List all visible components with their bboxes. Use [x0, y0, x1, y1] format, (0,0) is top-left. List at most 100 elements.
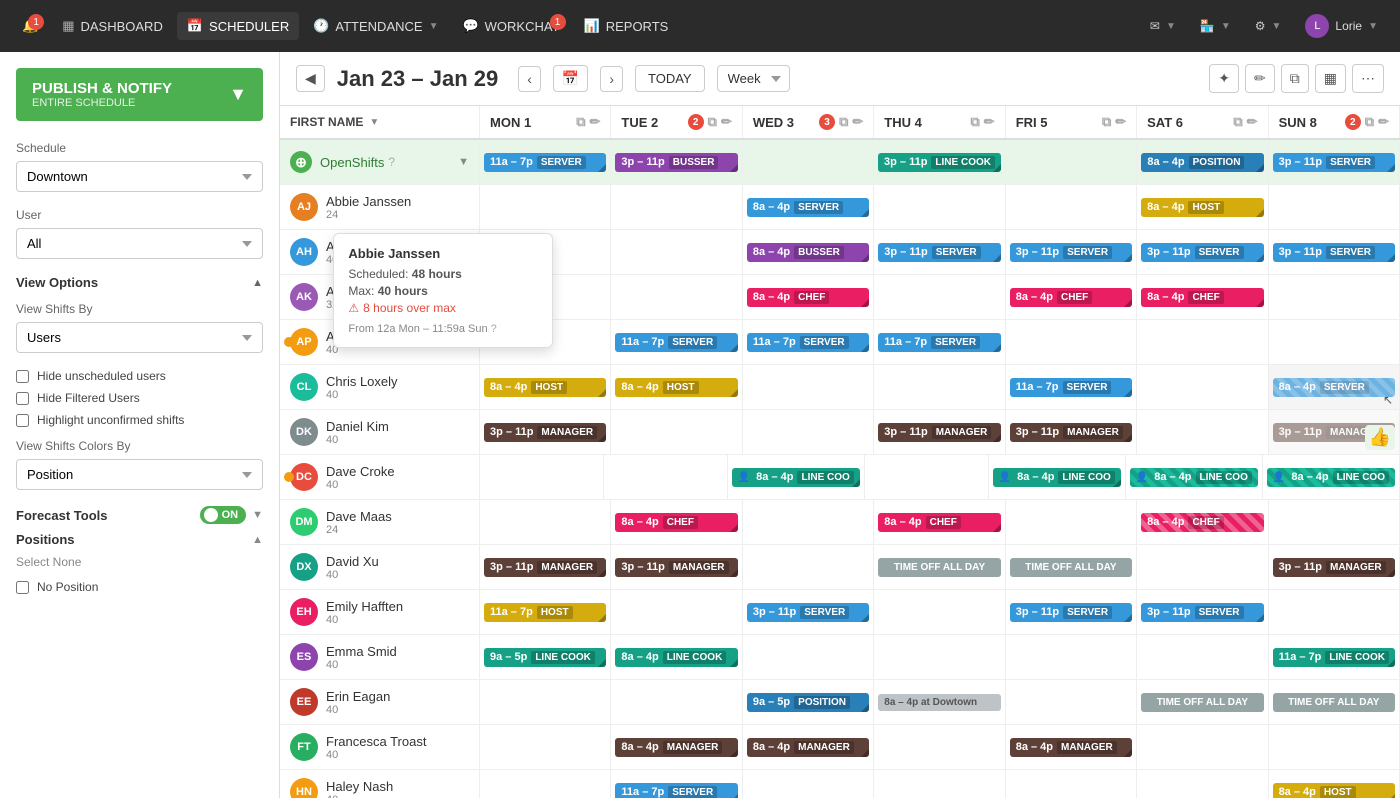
copy-icon[interactable]: ⧉	[1102, 114, 1111, 130]
daniel-sat[interactable]	[1137, 410, 1268, 454]
francesca-fri[interactable]: 8a – 4p MANAGER	[1006, 725, 1137, 769]
al-wed[interactable]: 8a – 4p BUSSER	[743, 230, 874, 274]
francesca-tue[interactable]: 8a – 4p MANAGER	[611, 725, 742, 769]
edit-icon[interactable]: ✏	[984, 114, 995, 130]
shift-pill[interactable]: 9a – 5p LINE COOK	[484, 648, 606, 667]
shift-pill[interactable]: 8a – 4p HOST	[1273, 783, 1395, 798]
haley-sun[interactable]: 8a – 4p HOST	[1269, 770, 1400, 798]
shift-pill[interactable]: 3p – 11p SERVER	[747, 603, 869, 622]
chris-sat[interactable]	[1137, 365, 1268, 409]
positions-header[interactable]: Positions ▲	[16, 532, 263, 547]
abbie-sun[interactable]	[1269, 185, 1400, 229]
francesca-mon[interactable]	[480, 725, 611, 769]
shift-pill[interactable]: 8a – 4p LINE COOK	[615, 648, 737, 667]
davidxu-sat[interactable]	[1137, 545, 1268, 589]
shift-pill[interactable]: 3p – 11p SERVER	[1141, 603, 1263, 622]
shift-pill[interactable]: 3p – 11p SERVER	[878, 243, 1000, 262]
shift-pill[interactable]: 8a – 4p CHEF	[1141, 513, 1263, 532]
emma-thu[interactable]	[874, 635, 1005, 679]
emily-fri[interactable]: 3p – 11p SERVER	[1006, 590, 1137, 634]
shift-pill[interactable]: 3p – 11p MANAGER	[615, 558, 737, 577]
davecroke-tue[interactable]	[604, 455, 728, 499]
erin-thu[interactable]: 8a – 4p at Dowtown	[874, 680, 1005, 724]
emily-thu[interactable]	[874, 590, 1005, 634]
shift-pill[interactable]: 👤 8a – 4p LINE COO	[993, 468, 1121, 487]
reports-nav-item[interactable]: 📊 REPORTS	[574, 12, 679, 40]
open-shifts-fri[interactable]	[1006, 140, 1137, 184]
edit-icon[interactable]: ✏	[590, 114, 601, 130]
haley-fri[interactable]	[1006, 770, 1137, 798]
scheduler-nav-item[interactable]: 📅 SCHEDULER	[177, 12, 299, 40]
chris-fri[interactable]: 11a – 7p SERVER	[1006, 365, 1137, 409]
dashboard-nav-item[interactable]: ▦ DASHBOARD	[52, 12, 173, 40]
davemaas-tue[interactable]: 8a – 4p CHEF	[611, 500, 742, 544]
haley-sat[interactable]	[1137, 770, 1268, 798]
haley-mon[interactable]	[480, 770, 611, 798]
open-shift-pill[interactable]: 11a – 7p SERVER	[484, 153, 606, 172]
daniel-wed[interactable]	[743, 410, 874, 454]
shift-pill[interactable]: 👤 8a – 4p LINE COO	[732, 468, 860, 487]
shift-pill[interactable]: 8a – 4p MANAGER	[615, 738, 737, 757]
daniel-mon[interactable]: 3p – 11p MANAGER	[480, 410, 611, 454]
andrea-wed[interactable]: 8a – 4p CHEF	[743, 275, 874, 319]
shift-pill[interactable]: 8a – 4p CHEF	[878, 513, 1000, 532]
abbie-wed[interactable]: 8a – 4p SERVER	[743, 185, 874, 229]
messages-button[interactable]: ✉ ▼	[1140, 13, 1186, 39]
davidxu-mon[interactable]: 3p – 11p MANAGER	[480, 545, 611, 589]
daniel-fri[interactable]: 3p – 11p MANAGER	[1006, 410, 1137, 454]
open-shifts-mon[interactable]: 11a – 7p SERVER	[480, 140, 611, 184]
shift-pill[interactable]: 11a – 7p SERVER	[615, 333, 737, 352]
abbie-tue[interactable]	[611, 185, 742, 229]
open-shift-pill[interactable]: 3p – 11p SERVER	[1273, 153, 1395, 172]
haley-wed[interactable]	[743, 770, 874, 798]
shift-pill[interactable]: 9a – 5p POSITION	[747, 693, 869, 712]
emma-sat[interactable]	[1137, 635, 1268, 679]
erin-tue[interactable]	[611, 680, 742, 724]
shift-pill[interactable]: 8a – 4p HOST	[615, 378, 737, 397]
daniel-thu[interactable]: 3p – 11p MANAGER	[874, 410, 1005, 454]
date-nav-cal-icon[interactable]: 📅	[553, 65, 588, 92]
hide-filtered-input[interactable]	[16, 392, 29, 405]
davemaas-sat[interactable]: 8a – 4p CHEF	[1137, 500, 1268, 544]
davecroke-thu[interactable]	[865, 455, 989, 499]
haley-thu[interactable]	[874, 770, 1005, 798]
erin-wed[interactable]: 9a – 5p POSITION	[743, 680, 874, 724]
shift-pill[interactable]: 3p – 11p MANAGER	[484, 558, 606, 577]
davidxu-wed[interactable]	[743, 545, 874, 589]
francesca-wed[interactable]: 8a – 4p MANAGER	[743, 725, 874, 769]
shift-pill[interactable]: 3p – 11p SERVER	[1010, 243, 1132, 262]
al-tue[interactable]	[611, 230, 742, 274]
edit-icon[interactable]: ✏	[852, 114, 863, 130]
shift-pill[interactable]: 8a – 4p CHEF	[747, 288, 869, 307]
davecroke-sat[interactable]: 👤 8a – 4p LINE COO	[1126, 455, 1263, 499]
highlight-unconfirmed-checkbox[interactable]: Highlight unconfirmed shifts	[16, 413, 263, 427]
notifications-button[interactable]: 🔔 1	[12, 12, 48, 40]
edit-icon[interactable]: ✏	[1247, 114, 1258, 130]
abbie-fri[interactable]	[1006, 185, 1137, 229]
copy-icon[interactable]: ⧉	[708, 114, 717, 130]
daniel-sun[interactable]: 3p – 11p MANAGER 👍	[1269, 410, 1400, 454]
no-position-checkbox[interactable]	[16, 581, 29, 594]
emma-tue[interactable]: 8a – 4p LINE COOK	[611, 635, 742, 679]
open-shifts-sun[interactable]: 3p – 11p SERVER	[1269, 140, 1400, 184]
timeoff-pill[interactable]: TIME OFF ALL DAY	[1273, 693, 1395, 712]
francesca-sun[interactable]	[1269, 725, 1400, 769]
davecroke-fri[interactable]: 👤 8a – 4p LINE COO	[989, 455, 1126, 499]
open-shift-pill[interactable]: 3p – 11p LINE COOK	[878, 153, 1001, 172]
andrea-tue[interactable]	[611, 275, 742, 319]
davidxu-thu[interactable]: TIME OFF ALL DAY	[874, 545, 1005, 589]
shift-pill[interactable]: 3p – 11p SERVER	[1273, 243, 1395, 262]
week-view-select[interactable]: Week	[717, 65, 790, 92]
davidxu-tue[interactable]: 3p – 11p MANAGER	[611, 545, 742, 589]
arjun-fri[interactable]	[1006, 320, 1137, 364]
no-position-item[interactable]: No Position	[16, 577, 263, 597]
emma-mon[interactable]: 9a – 5p LINE COOK	[480, 635, 611, 679]
emma-sun[interactable]: 11a – 7p LINE COOK	[1269, 635, 1400, 679]
chris-thu[interactable]	[874, 365, 1005, 409]
hide-unscheduled-checkbox[interactable]: Hide unscheduled users	[16, 369, 263, 383]
erin-fri[interactable]	[1006, 680, 1137, 724]
publish-notify-button[interactable]: PUBLISH & NOTIFY ENTIRE SCHEDULE ▼	[16, 68, 263, 121]
andrea-sat[interactable]: 8a – 4p CHEF	[1137, 275, 1268, 319]
copy-button[interactable]: ⧉	[1281, 64, 1309, 93]
abbie-mon[interactable]	[480, 185, 611, 229]
